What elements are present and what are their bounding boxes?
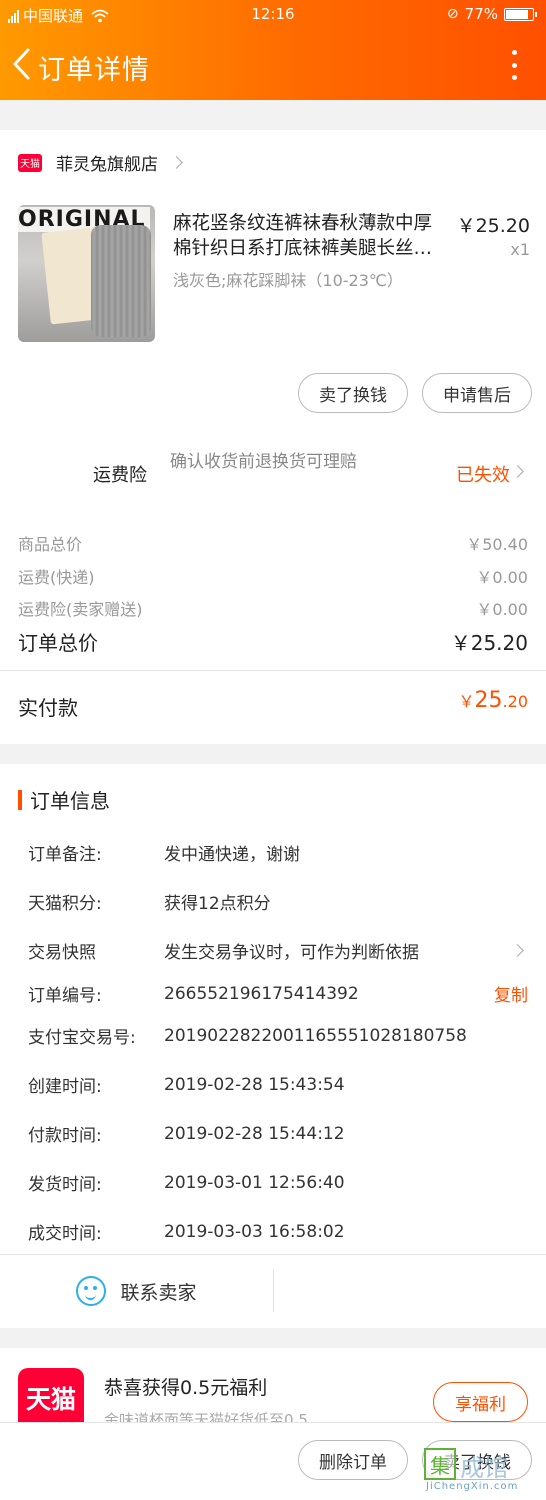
- chevron-left-icon[interactable]: [10, 46, 34, 82]
- info-row-remark: 订单备注: 发中通快递，谢谢: [28, 840, 528, 865]
- insurance-fee-label: 运费险(卖家赠送): [18, 600, 143, 619]
- order-total-label: 订单总价: [18, 631, 98, 655]
- sell-exchange-button[interactable]: 卖了换钱: [298, 373, 408, 413]
- shipping-label: 运费(快递): [18, 568, 95, 587]
- insurance-fee-value: ￥0.00: [476, 600, 528, 619]
- paid-currency: ￥: [458, 692, 475, 711]
- paid-amount: ￥25.20: [459, 688, 528, 713]
- tmall-badge-icon: 天猫: [18, 153, 42, 172]
- copy-button[interactable]: 复制: [494, 981, 528, 1006]
- order-total-row: 订单总价 ￥25.20: [18, 627, 528, 656]
- info-row-snapshot[interactable]: 交易快照 发生交易争议时，可作为判断依据: [28, 938, 528, 963]
- info-label: 订单编号:: [28, 986, 102, 1006]
- more-vertical-icon[interactable]: [510, 50, 518, 80]
- thumbnail-tights: [91, 225, 151, 337]
- insurance-fee-row: 运费险(卖家赠送) ￥0.00: [18, 596, 528, 620]
- info-value: 发中通快递，谢谢: [164, 845, 300, 865]
- info-value: 2019-02-28 15:43:54: [164, 1074, 345, 1095]
- info-label: 支付宝交易号:: [28, 1028, 136, 1048]
- info-label: 交易快照: [28, 943, 96, 963]
- top-bar: 中国联通 12:16 ⊘ 77% 订单详情: [0, 0, 546, 100]
- watermark: 集 成馆 JiChengXin.com: [424, 1448, 540, 1492]
- info-label: 订单备注:: [28, 845, 102, 865]
- goods-total-label: 商品总价: [18, 535, 83, 554]
- info-row-alipay-id: 支付宝交易号: 2019022822001165551028180758: [28, 1023, 528, 1049]
- info-row-completed: 成交时间: 2019-03-03 16:58:02: [28, 1219, 528, 1245]
- shop-name[interactable]: 菲灵兔旗舰店: [56, 150, 158, 175]
- chat-smile-icon: [76, 1276, 107, 1306]
- insurance-description: 确认收货前退换货可理赔: [170, 452, 357, 472]
- chevron-right-icon: [170, 156, 183, 169]
- info-row-points: 天猫积分: 获得12点积分: [28, 889, 528, 914]
- info-row-created: 创建时间: 2019-02-28 15:43:54: [28, 1072, 528, 1098]
- info-value: 2019022822001165551028180758: [164, 1025, 467, 1046]
- info-label: 付款时间:: [28, 1126, 102, 1146]
- watermark-url: JiChengXin.com: [426, 1481, 519, 1492]
- shop-row[interactable]: 天猫 菲灵兔旗舰店: [18, 150, 183, 175]
- contact-seller-button[interactable]: 联系卖家: [0, 1255, 273, 1327]
- after-sale-button[interactable]: 申请售后: [422, 373, 532, 413]
- section-accent-bar: [18, 789, 22, 810]
- info-label: 发货时间:: [28, 1175, 102, 1195]
- page-title: 订单详情: [38, 55, 150, 86]
- status-bar: 中国联通 12:16 ⊘ 77%: [0, 0, 546, 30]
- info-label: 成交时间:: [28, 1224, 102, 1244]
- info-value: 发生交易争议时，可作为判断依据: [164, 943, 419, 963]
- paid-amount-integer: 25: [474, 688, 503, 713]
- info-row-shipped: 发货时间: 2019-03-01 12:56:40: [28, 1170, 528, 1196]
- product-title-line2: 棉针织日系打底袜裤美腿长丝…: [173, 238, 433, 259]
- info-row-paid: 付款时间: 2019-02-28 15:44:12: [28, 1121, 528, 1147]
- order-info-header: 订单信息: [18, 785, 110, 814]
- vibrate-icon: ⊘: [446, 6, 459, 22]
- nav-bar: 订单详情: [0, 30, 546, 100]
- product-sku: 浅灰色;麻花踩脚袜（10-23℃）: [173, 271, 403, 290]
- shipping-row: 运费(快递) ￥0.00: [18, 564, 528, 588]
- product-price: ￥25.20: [456, 215, 530, 237]
- goods-total-row: 商品总价 ￥50.40: [18, 531, 528, 555]
- divider: [0, 670, 546, 671]
- battery-percent: 77%: [464, 5, 498, 23]
- paid-amount-decimal: .20: [502, 692, 528, 711]
- product-title[interactable]: 麻花竖条纹连裤袜春秋薄款中厚 棉针织日系打底袜裤美腿长丝…: [173, 211, 455, 261]
- info-value: 266552196175414392: [164, 983, 359, 1004]
- info-value: 2019-03-03 16:58:02: [164, 1221, 345, 1242]
- paid-label: 实付款: [18, 696, 78, 720]
- goods-total-value: ￥50.40: [466, 535, 528, 554]
- info-value: 获得12点积分: [164, 894, 271, 914]
- product-quantity: x1: [510, 240, 530, 259]
- status-right: ⊘ 77%: [446, 5, 537, 23]
- shipping-value: ￥0.00: [476, 568, 528, 587]
- info-label: 创建时间:: [28, 1077, 102, 1097]
- insurance-status[interactable]: 已失效: [456, 461, 510, 487]
- info-value: 2019-03-01 12:56:40: [164, 1172, 345, 1193]
- product-title-line1: 麻花竖条纹连裤袜春秋薄款中厚: [173, 213, 433, 234]
- contact-seller-label: 联系卖家: [120, 1281, 197, 1304]
- info-value: 2019-02-28 15:44:12: [164, 1123, 345, 1144]
- order-total-value: ￥25.20: [450, 631, 528, 655]
- promo-title: 恭喜获得0.5元福利: [104, 1377, 268, 1399]
- delete-order-button[interactable]: 删除订单: [298, 1440, 408, 1480]
- order-info-title: 订单信息: [30, 789, 110, 813]
- chevron-right-icon: [511, 944, 524, 957]
- get-benefit-button[interactable]: 享福利: [433, 1382, 528, 1422]
- insurance-label: 运费险: [93, 465, 147, 486]
- vertical-divider: [273, 1270, 274, 1312]
- product-thumbnail[interactable]: ORIGINAL: [18, 205, 155, 342]
- info-row-order-id: 订单编号: 266552196175414392 复制: [28, 981, 528, 1007]
- battery-fill: [506, 9, 528, 19]
- tmall-logo-icon: 天猫: [18, 1368, 84, 1428]
- info-label: 天猫积分:: [28, 894, 102, 914]
- watermark-text: 成馆: [460, 1454, 508, 1482]
- watermark-logo: 集: [424, 1448, 456, 1480]
- battery-icon: [504, 7, 537, 21]
